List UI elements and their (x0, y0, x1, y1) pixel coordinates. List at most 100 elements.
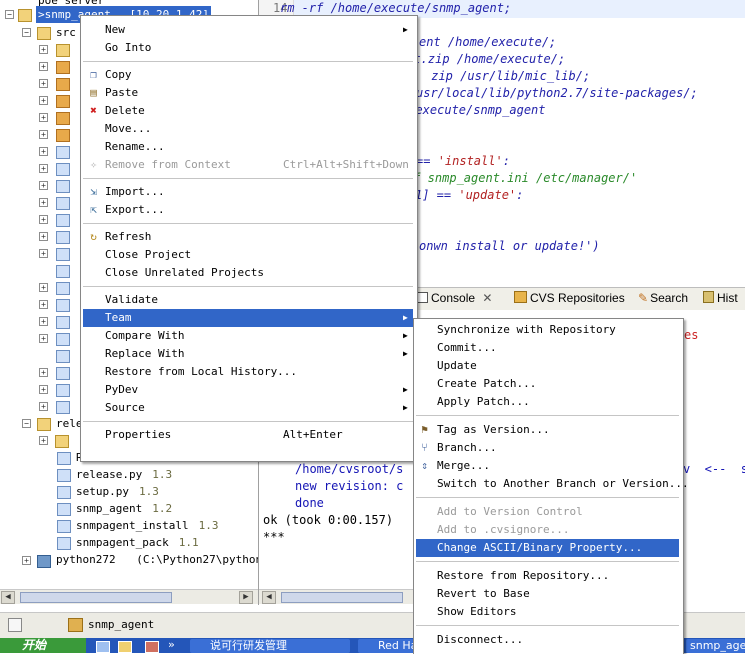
team-item-disconnect[interactable]: Disconnect... (416, 631, 679, 649)
menu-item-remove-from-context[interactable]: ✧ Remove from Context Ctrl+Alt+Shift+Down (83, 156, 413, 174)
team-item-branch[interactable]: ⑂ Branch... (416, 439, 679, 457)
menu-item-copy[interactable]: ❐ Copy (83, 66, 413, 84)
file-icon[interactable] (56, 231, 70, 244)
menu-item-refresh[interactable]: ↻ Refresh (83, 228, 413, 246)
tab-console[interactable]: Console ✕ (416, 291, 492, 305)
file-icon[interactable] (56, 333, 70, 346)
menu-item-paste[interactable]: ▤ Paste (83, 84, 413, 102)
collapse-toggle[interactable]: − (5, 10, 14, 19)
team-item-apply-patch[interactable]: Apply Patch... (416, 393, 679, 411)
team-item-create-patch[interactable]: Create Patch... (416, 375, 679, 393)
expand-toggle[interactable]: + (39, 283, 48, 292)
expand-toggle[interactable]: + (39, 79, 48, 88)
expand-toggle[interactable]: + (39, 436, 48, 445)
expand-toggle[interactable]: + (39, 198, 48, 207)
expand-toggle[interactable]: + (39, 45, 48, 54)
close-icon[interactable]: ✕ (482, 291, 492, 305)
fast-view-icon[interactable] (8, 618, 22, 632)
team-item-revert-to-base[interactable]: Revert to Base (416, 585, 679, 603)
team-item-commit[interactable]: Commit... (416, 339, 679, 357)
package-icon[interactable] (56, 95, 70, 108)
collapse-toggle[interactable]: − (22, 28, 31, 37)
menu-item-properties[interactable]: Properties Alt+Enter (83, 426, 413, 444)
collapse-toggle[interactable]: − (22, 419, 31, 428)
file-icon[interactable] (56, 299, 70, 312)
team-item-update[interactable]: Update (416, 357, 679, 375)
expand-toggle[interactable]: + (39, 181, 48, 190)
file-icon[interactable] (56, 367, 70, 380)
expand-toggle[interactable]: + (39, 164, 48, 173)
console-hscrollbar[interactable]: ◀ (259, 589, 417, 604)
folder-icon[interactable] (56, 44, 70, 57)
tab-cvs-repositories[interactable]: CVS Repositories (514, 291, 625, 305)
taskbar-button[interactable]: Red Hat (358, 639, 414, 653)
menu-item-delete[interactable]: ✖ Delete (83, 102, 413, 120)
scroll-thumb[interactable] (281, 592, 403, 603)
tab-history[interactable]: Hist (703, 291, 738, 305)
scroll-thumb[interactable] (20, 592, 172, 603)
menu-item-validate[interactable]: Validate (83, 291, 413, 309)
expand-toggle[interactable]: + (39, 96, 48, 105)
file-icon[interactable] (56, 316, 70, 329)
menu-item-new[interactable]: New ▶ (83, 21, 413, 39)
menu-item-export[interactable]: ⇱ Export... (83, 201, 413, 219)
team-item-switch-to-another-branch-or-version[interactable]: Switch to Another Branch or Version... (416, 475, 689, 493)
tree-hscrollbar[interactable]: ◀ ▶ (0, 589, 258, 604)
team-item-add-to-version-control[interactable]: Add to Version Control (416, 503, 679, 521)
quicklaunch-icon[interactable] (145, 641, 159, 653)
tree-item-file[interactable]: release.py 1.3 (76, 466, 172, 483)
expand-toggle[interactable]: + (39, 317, 48, 326)
file-icon[interactable] (56, 146, 70, 159)
taskbar-button[interactable]: 说可行研发管理 (190, 639, 350, 653)
tree-item-file[interactable]: snmpagent_pack 1.1 (76, 534, 199, 551)
menu-item-close-project[interactable]: Close Project (83, 246, 413, 264)
file-icon[interactable] (56, 384, 70, 397)
menu-item-move[interactable]: Move... (83, 120, 413, 138)
file-icon[interactable] (56, 163, 70, 176)
quicklaunch-overflow-icon[interactable]: » (168, 638, 175, 651)
menu-item-close-unrelated-projects[interactable]: Close Unrelated Projects (83, 264, 413, 282)
expand-toggle[interactable]: + (39, 368, 48, 377)
scroll-left-button[interactable]: ◀ (1, 591, 15, 604)
menu-item-compare-with[interactable]: Compare With ▶ (83, 327, 413, 345)
package-icon[interactable] (56, 112, 70, 125)
team-item-merge[interactable]: ⇕ Merge... (416, 457, 679, 475)
scroll-left-button[interactable]: ◀ (262, 591, 276, 604)
file-icon[interactable] (56, 248, 70, 261)
tree-item-src[interactable]: src (56, 24, 76, 41)
menu-item-replace-with[interactable]: Replace With ▶ (83, 345, 413, 363)
quicklaunch-icon[interactable] (96, 641, 110, 653)
package-icon[interactable] (56, 78, 70, 91)
start-button[interactable]: 开始 (0, 638, 86, 653)
tree-item-file[interactable]: snmp_agent 1.2 (76, 500, 172, 517)
package-icon[interactable] (56, 129, 70, 142)
tree-item-file[interactable]: snmpagent_install 1.3 (76, 517, 218, 534)
menu-item-import[interactable]: ⇲ Import... (83, 183, 413, 201)
team-item-change-ascii-binary-property[interactable]: Change ASCII/Binary Property... (416, 539, 679, 557)
expand-toggle[interactable]: + (39, 147, 48, 156)
team-item-add-to-cvsignore[interactable]: Add to .cvsignore... (416, 521, 679, 539)
expand-toggle[interactable]: + (39, 62, 48, 71)
expand-toggle[interactable]: + (39, 232, 48, 241)
expand-toggle[interactable]: + (39, 300, 48, 309)
file-icon[interactable] (56, 265, 70, 278)
team-item-show-editors[interactable]: Show Editors (416, 603, 679, 621)
tree-item-python[interactable]: python272 (C:\Python27\python.ex (56, 551, 258, 568)
menu-item-rename[interactable]: Rename... (83, 138, 413, 156)
tab-search[interactable]: ✎ Search (638, 291, 688, 305)
file-icon[interactable] (56, 214, 70, 227)
expand-toggle[interactable]: + (39, 215, 48, 224)
expand-toggle[interactable]: + (39, 402, 48, 411)
expand-toggle[interactable]: + (39, 334, 48, 343)
file-icon[interactable] (56, 350, 70, 363)
team-item-synchronize-with-repository[interactable]: Synchronize with Repository (416, 321, 679, 339)
file-icon[interactable] (56, 197, 70, 210)
taskbar-button[interactable]: snmp_agent (686, 639, 745, 653)
expand-toggle[interactable]: + (22, 556, 31, 565)
package-icon[interactable] (56, 61, 70, 74)
expand-toggle[interactable]: + (39, 130, 48, 139)
expand-toggle[interactable]: + (39, 113, 48, 122)
team-item-tag-as-version[interactable]: ⚑ Tag as Version... (416, 421, 679, 439)
quicklaunch-icon[interactable] (118, 641, 132, 653)
tree-item-file[interactable]: setup.py 1.3 (76, 483, 159, 500)
